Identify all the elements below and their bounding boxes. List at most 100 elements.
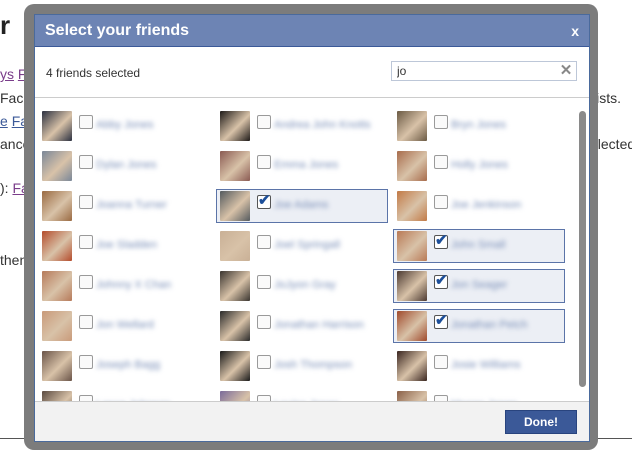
dialog-footer: Done! <box>35 401 589 441</box>
friend-avatar[interactable] <box>397 391 427 401</box>
checkmark-icon: ✔ <box>258 192 271 209</box>
friend-name: Joe Sladden <box>96 239 158 251</box>
background-text: ): <box>0 180 9 196</box>
friend-name: Holly Jones <box>451 159 508 171</box>
friend-checkbox[interactable] <box>434 155 448 169</box>
friend-item[interactable]: JoJyon Gray <box>216 269 388 303</box>
friend-item[interactable]: Jonathan Harrison <box>216 309 388 343</box>
scrollbar-thumb[interactable] <box>579 111 586 387</box>
clear-search-icon[interactable]: ✕ <box>558 63 574 79</box>
friend-item[interactable]: Jon Wellard <box>38 309 210 343</box>
friend-item[interactable]: Lance Johnson <box>38 389 210 401</box>
friend-checkbox[interactable] <box>79 355 93 369</box>
done-button[interactable]: Done! <box>505 410 577 434</box>
friend-grid: Abby Jones Andrea John Knotts Bryn Jones Dy… <box>35 99 575 401</box>
friend-checkbox[interactable] <box>434 195 448 209</box>
friend-item[interactable]: Joanna Turner <box>38 189 210 223</box>
friend-name: Joseph Bagg <box>96 359 161 371</box>
friend-avatar[interactable] <box>220 111 250 141</box>
friend-name: Joe Jenkinson <box>451 199 522 211</box>
friend-item[interactable]: Abby Jones <box>38 109 210 143</box>
friend-avatar[interactable] <box>42 271 72 301</box>
dialog-title: Select your friends <box>45 21 190 39</box>
friend-checkbox[interactable]: ✔ <box>434 312 448 329</box>
friend-checkbox[interactable] <box>257 355 271 369</box>
friend-item[interactable]: Emma Jones <box>216 149 388 183</box>
scrollbar[interactable] <box>575 99 589 401</box>
friend-checkbox[interactable] <box>79 315 93 329</box>
friend-avatar[interactable] <box>397 191 427 221</box>
friend-avatar[interactable] <box>220 271 250 301</box>
friend-item[interactable]: Louisa Jones <box>216 389 388 401</box>
friend-avatar[interactable] <box>220 311 250 341</box>
friend-item[interactable]: ✔ Jonathan Petch <box>393 309 565 343</box>
friend-avatar[interactable] <box>397 231 427 261</box>
friend-checkbox[interactable] <box>79 195 93 209</box>
friend-name: Dylan Jones <box>96 159 157 171</box>
friend-avatar[interactable] <box>397 111 427 141</box>
friend-avatar[interactable] <box>397 351 427 381</box>
selected-count: 4 friends selected <box>46 66 141 80</box>
friend-avatar[interactable] <box>220 191 250 221</box>
friend-item[interactable]: Joel Springall <box>216 229 388 263</box>
friend-item[interactable]: Johnny X Chan <box>38 269 210 303</box>
friend-avatar[interactable] <box>42 111 72 141</box>
friend-checkbox[interactable] <box>257 155 271 169</box>
friend-checkbox[interactable] <box>79 115 93 129</box>
friend-avatar[interactable] <box>42 151 72 181</box>
friend-item[interactable]: Josh Thompson <box>216 349 388 383</box>
friend-checkbox[interactable] <box>79 155 93 169</box>
friend-avatar[interactable] <box>397 151 427 181</box>
background-link[interactable]: e <box>0 113 8 129</box>
friend-checkbox[interactable] <box>257 275 271 289</box>
friend-checkbox[interactable] <box>434 115 448 129</box>
friend-avatar[interactable] <box>220 351 250 381</box>
friend-item[interactable]: Joseph Bagg <box>38 349 210 383</box>
background-link[interactable]: ys <box>0 66 14 82</box>
select-friends-dialog: Select your friends x 4 friends selected… <box>34 14 590 442</box>
friend-avatar[interactable] <box>42 191 72 221</box>
friend-item[interactable]: Holly Jones <box>393 149 565 183</box>
friend-item[interactable]: ✔ Jon Seager <box>393 269 565 303</box>
friend-avatar[interactable] <box>220 391 250 401</box>
search-input[interactable] <box>392 62 547 80</box>
friend-checkbox[interactable] <box>434 355 448 369</box>
friend-avatar[interactable] <box>397 311 427 341</box>
friend-checkbox[interactable] <box>79 235 93 249</box>
friend-item[interactable]: Andrea John Knotts <box>216 109 388 143</box>
checkmark-icon: ✔ <box>435 272 448 289</box>
friend-avatar[interactable] <box>42 311 72 341</box>
friend-name: Jonathan Petch <box>451 319 528 331</box>
dialog-toolbar: 4 friends selected ✕ <box>35 48 589 98</box>
friend-checkbox[interactable] <box>257 235 271 249</box>
friend-item[interactable]: ✔ John Small <box>393 229 565 263</box>
friend-name: Joanna Turner <box>96 199 167 211</box>
friend-checkbox[interactable]: ✔ <box>434 272 448 289</box>
friend-checkbox[interactable]: ✔ <box>434 232 448 249</box>
friend-avatar[interactable] <box>42 391 72 401</box>
friend-item[interactable]: Megan Jones <box>393 389 565 401</box>
friend-avatar[interactable] <box>42 231 72 261</box>
friend-checkbox[interactable] <box>79 275 93 289</box>
page-heading: r <box>0 10 11 40</box>
close-icon[interactable]: x <box>571 23 579 39</box>
friend-item[interactable]: ✔ Joe Adams <box>216 189 388 223</box>
friend-checkbox[interactable]: ✔ <box>257 192 271 209</box>
friend-name: Joel Springall <box>274 239 341 251</box>
friend-name: Emma Jones <box>274 159 339 171</box>
friend-name: Jon Wellard <box>96 319 154 331</box>
friend-checkbox[interactable] <box>257 315 271 329</box>
friend-item[interactable]: Josie Williams <box>393 349 565 383</box>
friend-avatar[interactable] <box>220 151 250 181</box>
friend-item[interactable]: Joe Sladden <box>38 229 210 263</box>
friend-avatar[interactable] <box>42 351 72 381</box>
friend-avatar[interactable] <box>220 231 250 261</box>
friend-item[interactable]: Joe Jenkinson <box>393 189 565 223</box>
friend-item[interactable]: Dylan Jones <box>38 149 210 183</box>
friend-name: Jonathan Harrison <box>274 319 364 331</box>
friend-item[interactable]: Bryn Jones <box>393 109 565 143</box>
checkmark-icon: ✔ <box>435 232 448 249</box>
friend-avatar[interactable] <box>397 271 427 301</box>
friend-name: JoJyon Gray <box>274 279 336 291</box>
friend-checkbox[interactable] <box>257 115 271 129</box>
